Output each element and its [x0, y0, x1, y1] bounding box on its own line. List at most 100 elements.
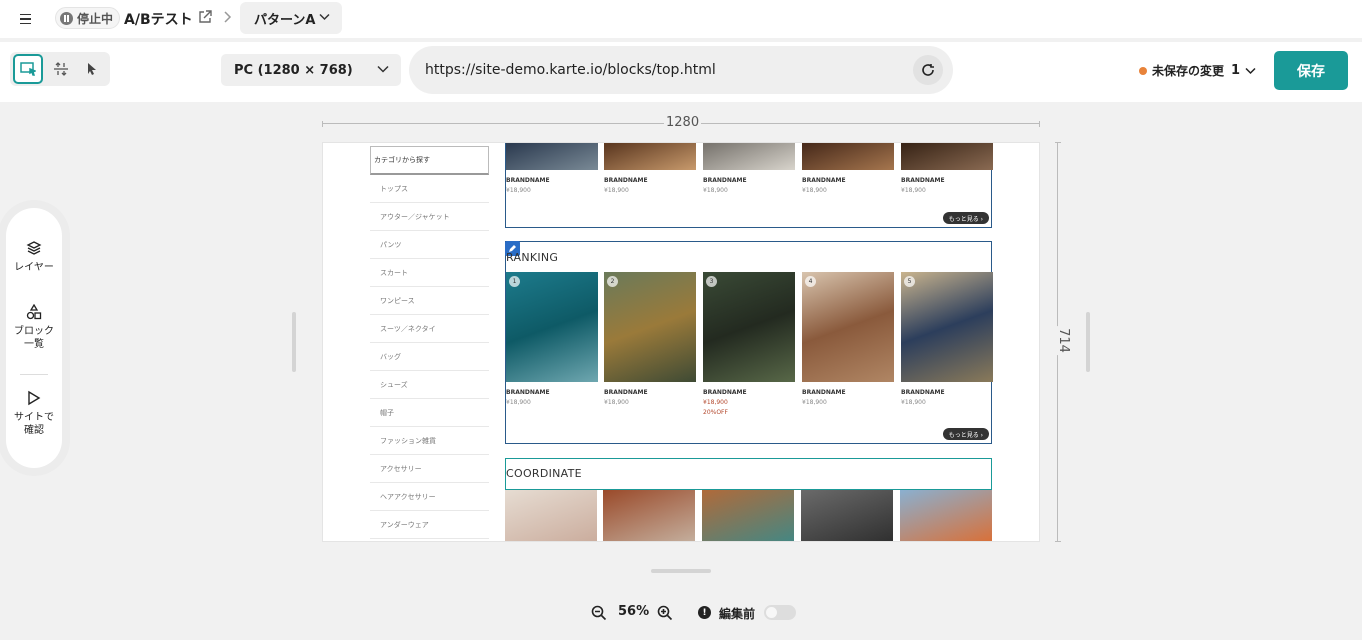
height-label: 714	[1055, 326, 1071, 355]
product-brand: BRANDNAME	[506, 389, 550, 396]
category-item[interactable]: スーツ／ネクタイ	[370, 315, 489, 343]
unsaved-changes[interactable]: 未保存の変更 1	[1139, 62, 1256, 79]
category-item[interactable]: スカート	[370, 259, 489, 287]
coordinate-image[interactable]	[702, 490, 794, 541]
zoom-in-icon[interactable]	[657, 605, 673, 621]
layers-button[interactable]: レイヤー	[6, 240, 62, 275]
product-brand: BRANDNAME	[802, 177, 846, 184]
ranking-card[interactable]: 2 BRANDNAME ¥18,900	[604, 272, 696, 406]
spacing-tool[interactable]	[46, 54, 76, 84]
resize-handle-bottom[interactable]	[651, 569, 711, 573]
external-link-icon[interactable]	[198, 10, 212, 24]
ranking-block[interactable]: RANKING 1 BRANDNAME ¥18,900 2 BRANDNAME ¥18,9…	[505, 241, 993, 444]
product-image[interactable]	[703, 143, 795, 170]
resize-handle-left[interactable]	[292, 312, 296, 372]
ranking-card[interactable]: 3 BRANDNAME ¥18,900 20%OFF	[703, 272, 795, 416]
spacing-icon	[54, 62, 68, 76]
rank-badge: 3	[706, 276, 717, 287]
shapes-icon	[26, 304, 42, 320]
chevron-down-icon	[377, 65, 389, 73]
category-item[interactable]: アンダーウェア	[370, 511, 489, 539]
block-list-button[interactable]: ブロック 一覧	[6, 304, 62, 351]
coordinate-image[interactable]	[801, 490, 893, 541]
category-item[interactable]: アクセサリー	[370, 455, 489, 483]
product-card[interactable]: BRANDNAME ¥18,900	[506, 143, 598, 194]
zoom-level: 56%	[618, 604, 650, 619]
block-list-label-2: 一覧	[24, 338, 44, 350]
product-image[interactable]: 5	[901, 272, 993, 382]
pointer-tool[interactable]	[77, 54, 107, 84]
product-brand: BRANDNAME	[703, 177, 747, 184]
category-item[interactable]: ヘアアクセサリー	[370, 483, 489, 511]
more-button[interactable]: もっと見る ›	[942, 428, 989, 440]
reload-button[interactable]	[913, 55, 943, 85]
product-price: ¥18,900	[703, 187, 728, 194]
product-image[interactable]	[901, 143, 993, 170]
preview-frame[interactable]: カテゴリから探す トップス アウター／ジャケット パンツ スカート ワンピース スーツ／ネ…	[322, 142, 1040, 542]
category-item[interactable]: ファッション雑貨	[370, 427, 489, 455]
product-image[interactable]: 3	[703, 272, 795, 382]
url-input[interactable]: https://site-demo.karte.io/blocks/top.ht…	[409, 46, 953, 94]
unsaved-dot-icon	[1139, 66, 1147, 75]
edit-state-toggle[interactable]	[764, 605, 796, 620]
preview-on-site-button[interactable]: サイトで 確認	[6, 390, 62, 437]
url-text: https://site-demo.karte.io/blocks/top.ht…	[425, 62, 716, 78]
category-item[interactable]: バッグ	[370, 343, 489, 371]
ranking-card[interactable]: 1 BRANDNAME ¥18,900	[506, 272, 598, 406]
category-item[interactable]: シューズ	[370, 371, 489, 399]
product-price: ¥18,900	[604, 399, 629, 406]
product-price: ¥18,900	[506, 399, 531, 406]
variant-label: パターンA	[254, 12, 316, 28]
menu-icon[interactable]	[17, 10, 35, 28]
category-item[interactable]: パンツ	[370, 231, 489, 259]
product-card[interactable]: BRANDNAME ¥18,900	[802, 143, 894, 194]
device-label: PC (1280 × 768)	[234, 62, 353, 78]
rank-badge: 1	[509, 276, 520, 287]
zoom-out-icon[interactable]	[591, 605, 607, 621]
rank-badge: 5	[904, 276, 915, 287]
product-image[interactable]: 4	[802, 272, 894, 382]
variant-select[interactable]: パターンA	[240, 2, 342, 34]
product-image[interactable]	[604, 143, 696, 170]
product-image[interactable]: 2	[604, 272, 696, 382]
product-price: ¥18,900	[506, 187, 531, 194]
product-image[interactable]	[802, 143, 894, 170]
product-brand: BRANDNAME	[604, 389, 648, 396]
product-image[interactable]: 1	[506, 272, 598, 382]
category-item[interactable]: 帽子	[370, 399, 489, 427]
product-price: ¥18,900	[604, 187, 629, 194]
device-select[interactable]: PC (1280 × 768)	[221, 54, 401, 86]
category-heading: カテゴリから探す	[370, 146, 489, 175]
ranking-card[interactable]: 5 BRANDNAME ¥18,900	[901, 272, 993, 406]
layers-icon	[26, 241, 42, 255]
coordinate-title: COORDINATE	[506, 467, 582, 480]
category-item[interactable]: トップス	[370, 175, 489, 203]
product-price: ¥18,900	[703, 399, 728, 406]
save-button[interactable]: 保存	[1274, 51, 1348, 90]
rank-badge: 4	[805, 276, 816, 287]
product-card[interactable]: BRANDNAME ¥18,900	[703, 143, 795, 194]
top-bar: 停止中 A/Bテスト パターンA	[0, 0, 1362, 38]
unsaved-count: 1	[1231, 63, 1241, 78]
product-card[interactable]: BRANDNAME ¥18,900	[604, 143, 696, 194]
warning-icon: !	[698, 606, 711, 619]
product-card[interactable]: BRANDNAME ¥18,900	[901, 143, 993, 194]
test-name[interactable]: A/Bテスト	[124, 9, 193, 29]
discount-label: 20%OFF	[703, 409, 728, 416]
product-brand: BRANDNAME	[506, 177, 550, 184]
product-block[interactable]: BRANDNAME ¥18,900 BRANDNAME ¥18,900 BRANDNAM…	[505, 143, 993, 228]
coordinate-image[interactable]	[505, 490, 597, 541]
category-item[interactable]: アウター／ジャケット	[370, 203, 489, 231]
category-list: カテゴリから探す トップス アウター／ジャケット パンツ スカート ワンピース スーツ／ネ…	[370, 146, 489, 539]
category-item[interactable]: ワンピース	[370, 287, 489, 315]
preview-label-1: サイトで	[14, 412, 54, 423]
coordinate-block[interactable]: COORDINATE	[505, 458, 992, 490]
coordinate-image[interactable]	[603, 490, 695, 541]
select-block-tool[interactable]	[13, 54, 43, 84]
coordinate-image[interactable]	[900, 490, 992, 541]
product-image[interactable]	[506, 143, 598, 170]
editor-toolbar: PC (1280 × 768) https://site-demo.karte.…	[0, 42, 1362, 102]
ranking-card[interactable]: 4 BRANDNAME ¥18,900	[802, 272, 894, 406]
resize-handle-right[interactable]	[1086, 312, 1090, 372]
more-button[interactable]: もっと見る ›	[942, 212, 989, 224]
